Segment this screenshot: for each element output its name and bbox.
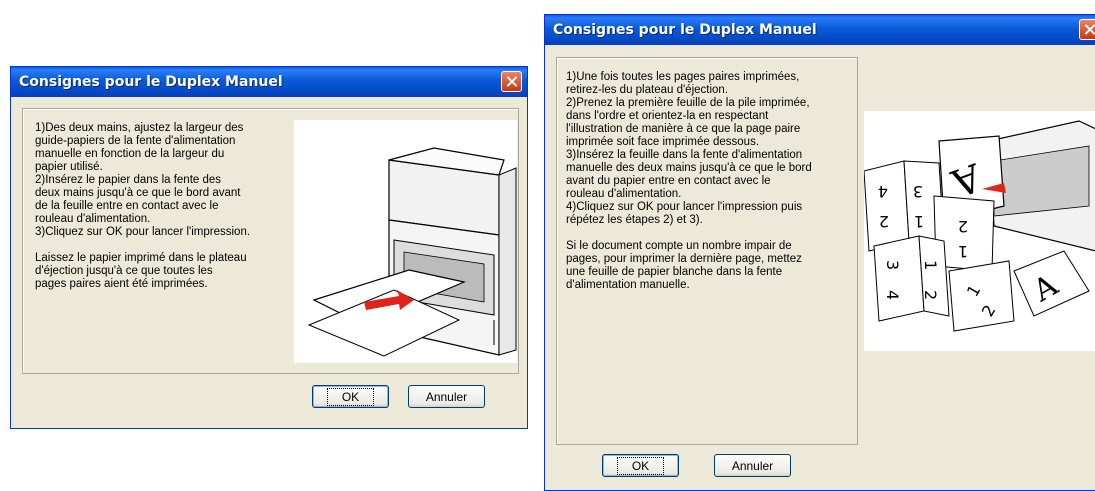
svg-text:3: 3 xyxy=(883,260,902,270)
ok-label: OK xyxy=(326,387,375,406)
instruction-text: 1)Une fois toutes les pages paires impri… xyxy=(566,71,812,291)
cancel-button[interactable]: Annuler xyxy=(714,454,791,477)
duplex-dialog-first: Consignes pour le Duplex Manuel 1)Des de… xyxy=(10,66,528,429)
printer-manual-feed-illustration xyxy=(294,120,517,363)
svg-text:2: 2 xyxy=(958,217,968,236)
svg-text:1: 1 xyxy=(921,260,940,270)
ok-button[interactable]: OK xyxy=(602,454,679,477)
duplex-dialog-second: Consignes pour le Duplex Manuel 1)Une fo… xyxy=(544,14,1095,491)
svg-text:4: 4 xyxy=(878,182,888,201)
dialog-title: Consignes pour le Duplex Manuel xyxy=(11,67,527,97)
close-icon[interactable] xyxy=(1079,19,1095,40)
instruction-text: 1)Des deux mains, ajustez la largeur des… xyxy=(35,122,251,290)
svg-text:2: 2 xyxy=(921,290,940,300)
dialog-title: Consignes pour le Duplex Manuel xyxy=(545,15,1095,45)
svg-text:4: 4 xyxy=(883,290,902,300)
svg-text:2: 2 xyxy=(879,212,889,231)
close-icon[interactable] xyxy=(501,71,522,92)
cancel-button[interactable]: Annuler xyxy=(408,385,485,408)
svg-text:1: 1 xyxy=(914,212,924,231)
svg-text:3: 3 xyxy=(913,182,923,201)
duplex-page-order-illustration: A 4 3 2 1 2 1 3 4 1 2 1 2 A xyxy=(863,111,1095,351)
svg-text:1: 1 xyxy=(958,242,968,261)
ok-label: OK xyxy=(616,456,665,475)
ok-button[interactable]: OK xyxy=(312,385,389,408)
